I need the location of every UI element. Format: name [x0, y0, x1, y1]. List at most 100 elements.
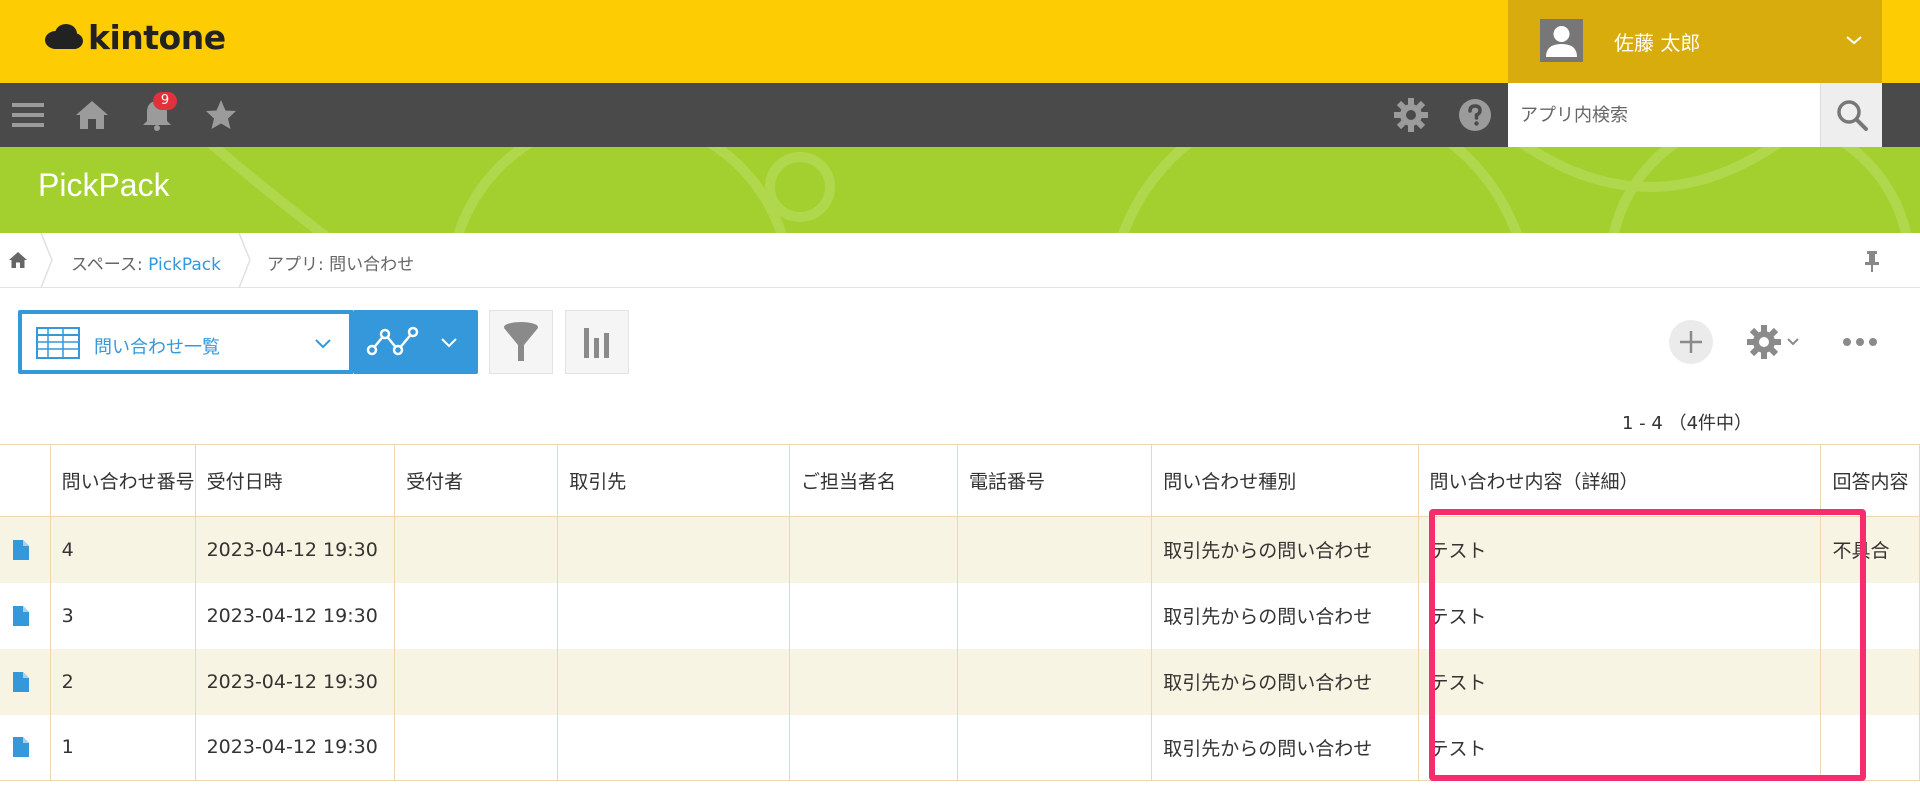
app-search — [1508, 83, 1882, 147]
search-icon — [1836, 100, 1868, 131]
kintone-logo[interactable]: kintone — [42, 18, 226, 57]
column-header[interactable]: 回答内容 — [1820, 444, 1920, 517]
cell-client — [557, 582, 791, 649]
column-header[interactable]: 電話番号 — [957, 444, 1153, 517]
record-table: 問い合わせ番号 受付日時 受付者 取引先 ご担当者名 電話番号 問い合わせ種別 … — [0, 444, 1920, 781]
search-input[interactable] — [1508, 83, 1818, 147]
graph-icon — [366, 326, 419, 356]
cell-id: 3 — [50, 582, 196, 649]
home-icon[interactable] — [74, 97, 110, 133]
cell-detail: テスト — [1418, 648, 1822, 715]
app-settings-button[interactable] — [1746, 322, 1806, 362]
top-header: kintone 佐藤 太郎 — [0, 0, 1920, 83]
cell-answer — [1820, 648, 1920, 715]
cell-detail: テスト — [1418, 714, 1822, 781]
logo-text: kintone — [88, 18, 226, 57]
table-row[interactable]: 4 2023-04-12 19:30 取引先からの問い合わせ テスト 不具合 — [0, 516, 1920, 583]
breadcrumb-separator — [40, 233, 53, 288]
add-record-button[interactable] — [1669, 320, 1713, 364]
cell-id: 2 — [50, 648, 196, 715]
cell-date: 2023-04-12 19:30 — [195, 648, 396, 715]
avatar — [1540, 19, 1583, 62]
breadcrumb-separator — [238, 233, 251, 288]
chevron-down-icon — [1787, 338, 1799, 346]
table-row[interactable]: 1 2023-04-12 19:30 取引先からの問い合わせ テスト — [0, 714, 1920, 781]
cell-answer: 不具合 — [1820, 516, 1920, 583]
cell-type: 取引先からの問い合わせ — [1151, 582, 1419, 649]
pin-icon[interactable] — [1862, 249, 1882, 273]
document-icon — [13, 737, 29, 758]
cell-phone — [957, 714, 1153, 781]
notification-badge: 9 — [153, 92, 177, 110]
app-title: PickPack — [38, 167, 170, 203]
record-detail-link[interactable] — [0, 516, 51, 583]
chevron-down-icon — [315, 339, 331, 349]
table-row[interactable]: 2 2023-04-12 19:30 取引先からの問い合わせ テスト — [0, 648, 1920, 715]
cell-client — [557, 648, 791, 715]
view-name: 問い合わせ一覧 — [94, 337, 220, 358]
menu-icon[interactable] — [10, 97, 46, 133]
cell-phone — [957, 516, 1153, 583]
record-detail-link[interactable] — [0, 648, 51, 715]
more-options-button[interactable] — [1840, 328, 1880, 356]
cell-date: 2023-04-12 19:30 — [195, 582, 396, 649]
cell-detail: テスト — [1418, 582, 1822, 649]
user-menu[interactable]: 佐藤 太郎 — [1508, 0, 1882, 83]
cell-phone — [957, 648, 1153, 715]
column-header[interactable]: 問い合わせ番号 — [50, 444, 196, 517]
table-header-row: 問い合わせ番号 受付日時 受付者 取引先 ご担当者名 電話番号 問い合わせ種別 … — [0, 444, 1920, 517]
cell-receiver — [394, 648, 559, 715]
document-icon — [13, 605, 29, 626]
cell-answer — [1820, 582, 1920, 649]
help-icon[interactable] — [1457, 97, 1493, 133]
breadcrumb-app: アプリ: 問い合わせ — [267, 255, 415, 275]
cell-receiver — [394, 714, 559, 781]
gear-icon — [1747, 325, 1781, 359]
record-detail-link[interactable] — [0, 582, 51, 649]
gear-icon[interactable] — [1393, 97, 1429, 133]
cell-client — [557, 516, 791, 583]
breadcrumb: スペース: PickPack アプリ: 問い合わせ — [0, 233, 1920, 288]
bar-chart-icon — [584, 328, 609, 358]
cell-answer — [1820, 714, 1920, 781]
column-header — [0, 444, 51, 517]
star-icon[interactable] — [203, 97, 239, 133]
cell-phone — [957, 582, 1153, 649]
app-banner: PickPack — [0, 147, 1920, 233]
cell-receiver — [394, 516, 559, 583]
chevron-down-icon — [1846, 36, 1862, 45]
record-detail-link[interactable] — [0, 714, 51, 781]
document-icon — [13, 539, 29, 560]
chart-button[interactable] — [565, 310, 629, 374]
column-header[interactable]: 受付日時 — [195, 444, 396, 517]
user-name: 佐藤 太郎 — [1614, 31, 1701, 55]
view-selector[interactable]: 問い合わせ一覧 — [18, 310, 354, 374]
breadcrumb-space-link[interactable]: PickPack — [148, 255, 221, 275]
column-header[interactable]: ご担当者名 — [789, 444, 958, 517]
document-icon — [13, 671, 29, 692]
filter-button[interactable] — [489, 310, 553, 374]
column-header[interactable]: 問い合わせ種別 — [1151, 444, 1419, 517]
breadcrumb-space-prefix: スペース: — [71, 255, 149, 275]
cell-id: 1 — [50, 714, 196, 781]
graph-button[interactable] — [354, 310, 478, 374]
search-button[interactable] — [1820, 83, 1882, 147]
table-row[interactable]: 3 2023-04-12 19:30 取引先からの問い合わせ テスト — [0, 582, 1920, 649]
record-table-wrapper: 問い合わせ番号 受付日時 受付者 取引先 ご担当者名 電話番号 問い合わせ種別 … — [0, 444, 1920, 782]
view-selector-inner: 問い合わせ一覧 — [22, 314, 349, 370]
cell-date: 2023-04-12 19:30 — [195, 516, 396, 583]
cell-contact — [789, 516, 958, 583]
cell-id: 4 — [50, 516, 196, 583]
chevron-down-icon — [441, 338, 457, 348]
cell-client — [557, 714, 791, 781]
home-icon[interactable] — [8, 250, 28, 270]
user-icon — [1546, 26, 1577, 57]
more-icon — [1843, 338, 1877, 346]
cell-type: 取引先からの問い合わせ — [1151, 714, 1419, 781]
column-header[interactable]: 受付者 — [394, 444, 559, 517]
breadcrumb-space[interactable]: スペース: PickPack — [71, 250, 221, 275]
column-header[interactable]: 問い合わせ内容（詳細） — [1418, 444, 1822, 517]
cell-contact — [789, 582, 958, 649]
column-header[interactable]: 取引先 — [557, 444, 791, 517]
cell-detail: テスト — [1418, 516, 1822, 583]
